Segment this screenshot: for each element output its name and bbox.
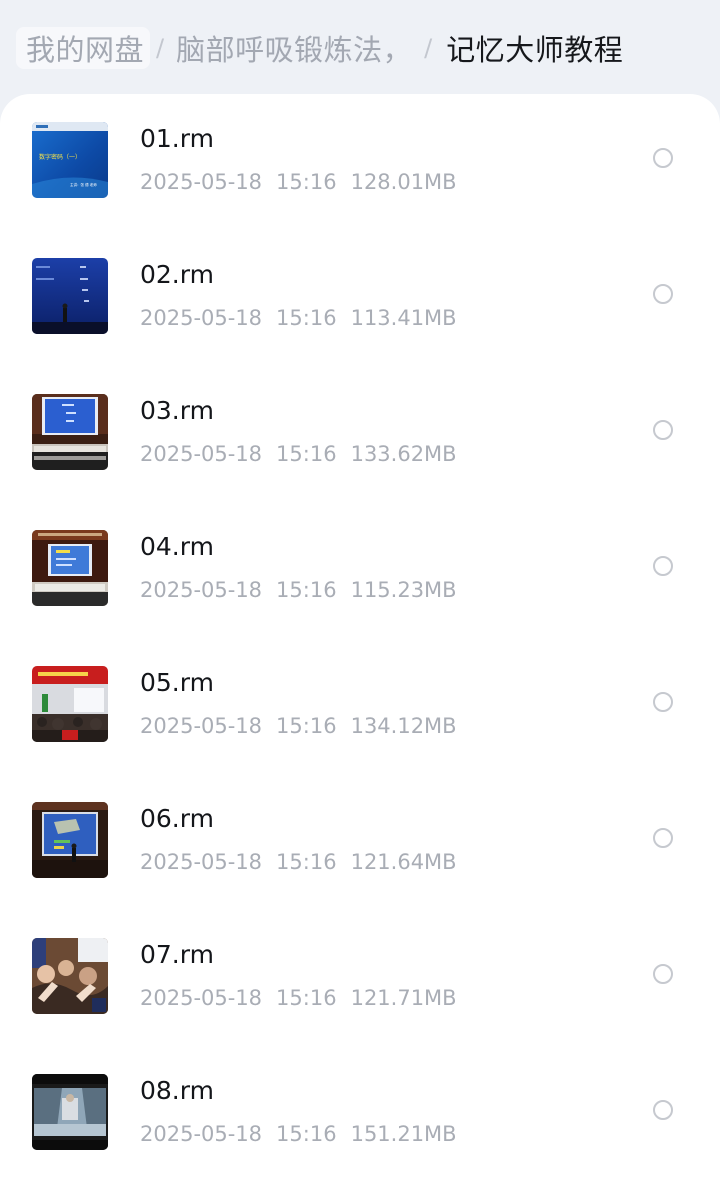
video-thumbnail: 数字密码（一） 主讲：张 德 老师 xyxy=(32,122,108,198)
radio-circle-icon[interactable] xyxy=(653,692,673,712)
file-date: 2025-05-18 xyxy=(140,986,263,1010)
file-date: 2025-05-18 xyxy=(140,1122,263,1146)
breadcrumb-folder[interactable]: 脑部呼吸锻炼法， xyxy=(176,27,412,69)
file-size: 115.23MB xyxy=(350,578,457,602)
breadcrumb-home[interactable]: 我的网盘 xyxy=(16,27,151,69)
file-row[interactable]: 02.rm 2025-05-18 15:16 113.41MB xyxy=(0,230,720,366)
file-time: 15:16 xyxy=(276,986,337,1010)
radio-circle-icon[interactable] xyxy=(653,556,673,576)
file-name: 07.rm xyxy=(140,940,214,969)
file-size: 113.41MB xyxy=(350,306,457,330)
file-row[interactable]: 03.rm 2025-05-18 15:16 133.62MB xyxy=(0,366,720,502)
breadcrumb: 我的网盘 / 脑部呼吸锻炼法， / 记忆大师教程 xyxy=(0,0,720,96)
radio-circle-icon[interactable] xyxy=(653,964,673,984)
breadcrumb-separator: / xyxy=(156,34,165,62)
video-thumbnail xyxy=(32,666,108,742)
file-name: 02.rm xyxy=(140,260,214,289)
file-time: 15:16 xyxy=(276,170,337,194)
file-time: 15:16 xyxy=(276,442,337,466)
file-name: 08.rm xyxy=(140,1076,214,1105)
video-thumbnail xyxy=(32,938,108,1014)
radio-circle-icon[interactable] xyxy=(653,1100,673,1120)
file-size: 151.21MB xyxy=(350,1122,457,1146)
file-date: 2025-05-18 xyxy=(140,850,263,874)
breadcrumb-current-folder: 记忆大师教程 xyxy=(446,33,624,67)
file-row[interactable]: 04.rm 2025-05-18 15:16 115.23MB xyxy=(0,502,720,638)
file-name: 05.rm xyxy=(140,668,214,697)
file-size: 128.01MB xyxy=(350,170,457,194)
file-meta: 2025-05-18 15:16 121.71MB xyxy=(140,986,457,1010)
file-meta: 2025-05-18 15:16 128.01MB xyxy=(140,170,457,194)
file-name: 03.rm xyxy=(140,396,214,425)
file-date: 2025-05-18 xyxy=(140,714,263,738)
file-name: 04.rm xyxy=(140,532,214,561)
file-meta: 2025-05-18 15:16 134.12MB xyxy=(140,714,457,738)
radio-circle-icon[interactable] xyxy=(653,284,673,304)
file-date: 2025-05-18 xyxy=(140,578,263,602)
thumbnail-title: 数字密码（一） xyxy=(39,153,81,161)
breadcrumb-separator: / xyxy=(424,34,433,62)
file-list: 数字密码（一） 主讲：张 德 老师 01.rm 2025-05-18 15:16 1… xyxy=(0,94,720,1194)
file-time: 15:16 xyxy=(276,1122,337,1146)
file-row[interactable]: 05.rm 2025-05-18 15:16 134.12MB xyxy=(0,638,720,774)
file-meta: 2025-05-18 15:16 115.23MB xyxy=(140,578,457,602)
radio-circle-icon[interactable] xyxy=(653,828,673,848)
file-row[interactable]: 数字密码（一） 主讲：张 德 老师 01.rm 2025-05-18 15:16 1… xyxy=(0,94,720,230)
file-size: 121.64MB xyxy=(350,850,457,874)
thumbnail-caption: 主讲：张 德 老师 xyxy=(70,182,97,187)
video-thumbnail xyxy=(32,394,108,470)
file-meta: 2025-05-18 15:16 121.64MB xyxy=(140,850,457,874)
file-time: 15:16 xyxy=(276,306,337,330)
file-row[interactable]: 08.rm 2025-05-18 15:16 151.21MB xyxy=(0,1046,720,1182)
radio-circle-icon[interactable] xyxy=(653,420,673,440)
video-thumbnail xyxy=(32,802,108,878)
video-thumbnail xyxy=(32,530,108,606)
file-date: 2025-05-18 xyxy=(140,442,263,466)
file-size: 133.62MB xyxy=(350,442,457,466)
file-date: 2025-05-18 xyxy=(140,306,263,330)
file-meta: 2025-05-18 15:16 113.41MB xyxy=(140,306,457,330)
file-name: 01.rm xyxy=(140,124,214,153)
file-size: 121.71MB xyxy=(350,986,457,1010)
video-thumbnail xyxy=(32,258,108,334)
file-time: 15:16 xyxy=(276,578,337,602)
file-size: 134.12MB xyxy=(350,714,457,738)
radio-circle-icon[interactable] xyxy=(653,148,673,168)
file-row[interactable]: 07.rm 2025-05-18 15:16 121.71MB xyxy=(0,910,720,1046)
file-row[interactable]: 06.rm 2025-05-18 15:16 121.64MB xyxy=(0,774,720,910)
video-thumbnail xyxy=(32,1074,108,1150)
file-date: 2025-05-18 xyxy=(140,170,263,194)
file-meta: 2025-05-18 15:16 151.21MB xyxy=(140,1122,457,1146)
file-time: 15:16 xyxy=(276,714,337,738)
file-time: 15:16 xyxy=(276,850,337,874)
file-meta: 2025-05-18 15:16 133.62MB xyxy=(140,442,457,466)
file-name: 06.rm xyxy=(140,804,214,833)
